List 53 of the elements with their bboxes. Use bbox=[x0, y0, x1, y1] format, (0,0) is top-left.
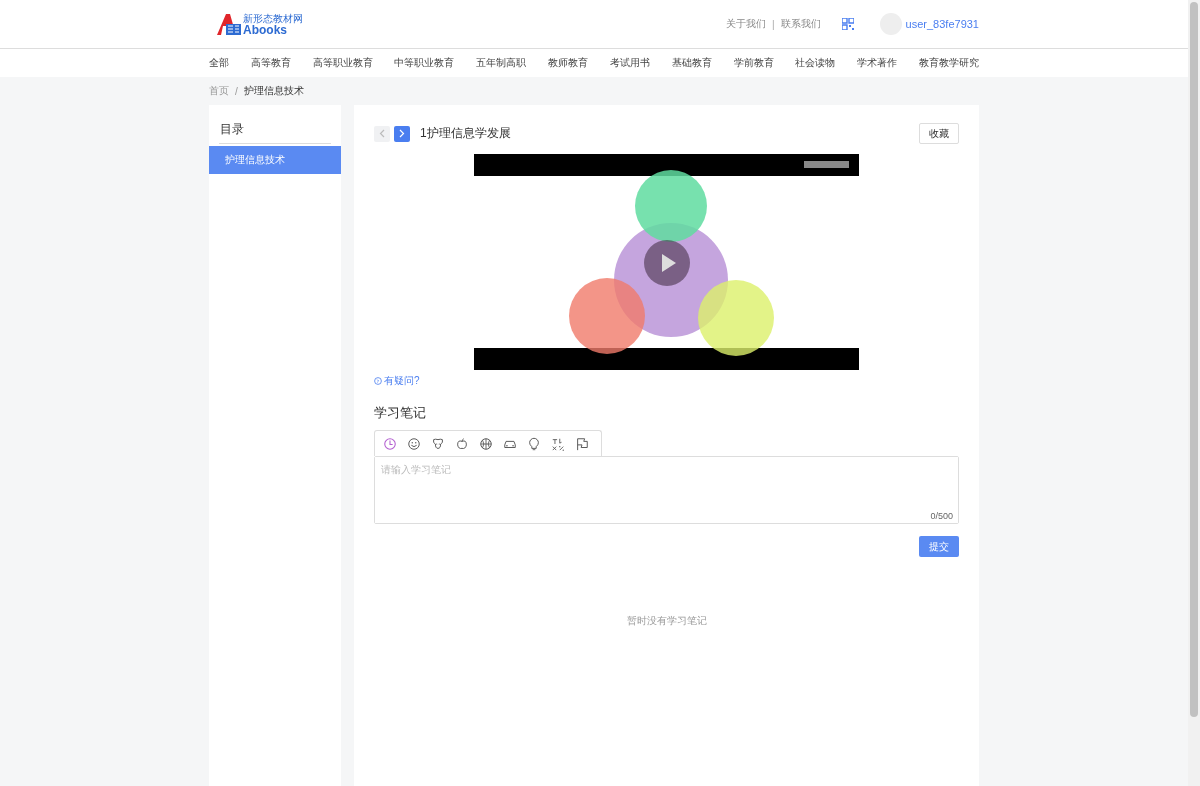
help-icon bbox=[374, 377, 382, 385]
category-link[interactable]: 社会读物 bbox=[795, 56, 836, 70]
chevron-left-icon bbox=[379, 129, 385, 138]
smiley-icon bbox=[407, 436, 421, 451]
question-link[interactable]: 有疑问? bbox=[374, 374, 420, 388]
logo-subtitle: 新形态教材网 bbox=[243, 14, 303, 24]
category-link[interactable]: 高等职业教育 bbox=[312, 56, 373, 70]
category-link[interactable]: 学前教育 bbox=[733, 56, 774, 70]
category-link[interactable]: 全部 bbox=[209, 56, 229, 70]
breadcrumb-link[interactable]: 护理信息技术 bbox=[243, 84, 304, 98]
emoji-category-tab[interactable] bbox=[407, 436, 421, 451]
emoji-category-tab[interactable] bbox=[575, 436, 589, 451]
emoji-category-tab[interactable] bbox=[551, 436, 565, 451]
breadcrumb-separator: / bbox=[235, 85, 238, 97]
category-link[interactable]: 学术著作 bbox=[857, 56, 898, 70]
apple-icon bbox=[455, 436, 469, 451]
category-link[interactable]: 基础教育 bbox=[671, 56, 712, 70]
category-link[interactable]: 高等教育 bbox=[250, 56, 291, 70]
clock-icon bbox=[383, 436, 397, 451]
category-link[interactable]: 考试用书 bbox=[609, 56, 650, 70]
scrollbar-thumb[interactable] bbox=[1190, 2, 1198, 717]
dog-face-icon bbox=[431, 436, 445, 451]
empty-notes-message: 暂时没有学习笔记 bbox=[626, 614, 707, 628]
symbols-icon bbox=[551, 436, 565, 451]
qr-code-icon[interactable] bbox=[841, 18, 854, 30]
lesson-title: 1护理信息学发展 bbox=[420, 125, 511, 142]
header-link[interactable]: 联系我们 bbox=[780, 17, 821, 31]
note-input-field[interactable]: 请输入学习笔记 0/500 bbox=[374, 456, 959, 524]
category-link[interactable]: 教师教育 bbox=[548, 56, 589, 70]
username-link[interactable]: user_83fe7931 bbox=[905, 18, 979, 30]
category-link[interactable]: 中等职业教育 bbox=[394, 56, 455, 70]
character-counter: 0/500 bbox=[930, 511, 953, 521]
lightbulb-icon bbox=[527, 436, 541, 451]
sidebar-title: 目录 bbox=[219, 117, 331, 144]
category-link[interactable]: 教育教学研究 bbox=[918, 56, 979, 70]
logo-title: Abooks bbox=[243, 24, 288, 36]
next-button[interactable] bbox=[394, 125, 410, 142]
emoji-category-tab[interactable] bbox=[455, 436, 469, 451]
emoji-category-tab[interactable] bbox=[527, 436, 541, 451]
basketball-icon bbox=[479, 436, 493, 451]
header-link[interactable]: 关于我们 bbox=[726, 17, 766, 31]
emoji-category-tab[interactable] bbox=[479, 436, 493, 451]
logo-icon bbox=[216, 12, 242, 36]
category-link[interactable]: 五年制高职 bbox=[476, 56, 527, 70]
scrollbar[interactable] bbox=[1188, 0, 1200, 786]
favorite-button[interactable]: 收藏 bbox=[919, 123, 959, 144]
flag-icon bbox=[575, 436, 589, 451]
emoji-category-tab[interactable] bbox=[431, 436, 445, 451]
notes-title: 学习笔记 bbox=[374, 404, 427, 422]
link-separator: | bbox=[772, 18, 775, 30]
chevron-right-icon bbox=[399, 129, 405, 138]
play-icon[interactable] bbox=[644, 240, 690, 286]
emoji-category-tab[interactable] bbox=[383, 436, 397, 451]
